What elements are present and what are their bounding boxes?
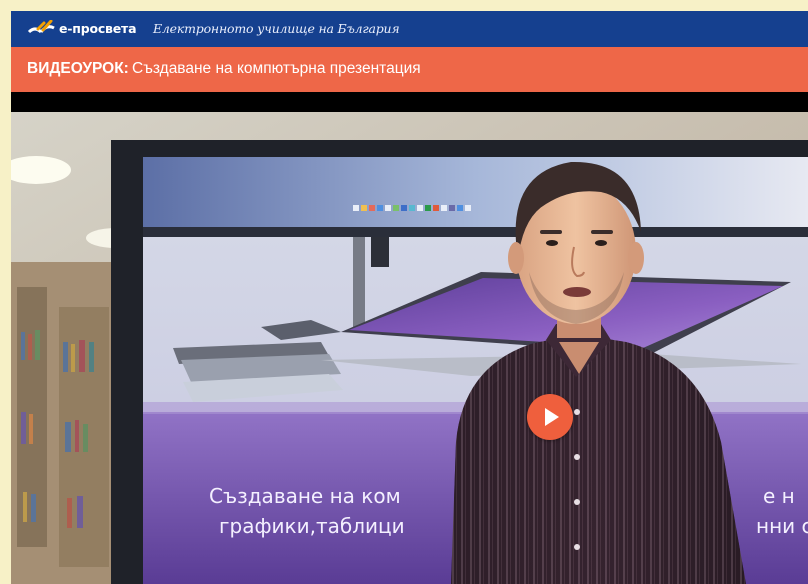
play-button[interactable] — [527, 394, 573, 440]
video-player[interactable]: Създаване на ком графики,таблици е н нни… — [11, 92, 808, 584]
slide-text-line-1-left: Създаване на ком — [209, 484, 401, 508]
play-icon — [545, 408, 559, 426]
site-tagline: Електронното училище на България — [153, 21, 400, 36]
video-lesson-frame: e-просвета Електронното училище на Бълга… — [11, 11, 808, 584]
site-header: e-просвета Електронното училище на Бълга… — [11, 11, 808, 47]
video-thumbnail[interactable] — [11, 112, 808, 584]
video-title: Създаване на компютърна презентация — [132, 60, 421, 77]
brand-name[interactable]: e-просвета — [59, 21, 137, 36]
book-icon[interactable] — [27, 20, 57, 38]
slide-text-line-1-right: е н — [763, 484, 795, 508]
video-title-bar: ВИДЕОУРОК: Създаване на компютърна презе… — [11, 47, 808, 92]
video-title-prefix: ВИДЕОУРОК: — [27, 60, 129, 77]
slide-text-line-2-left: графики,таблици — [219, 514, 405, 538]
slide-text-line-2-right: нни с — [756, 514, 808, 538]
